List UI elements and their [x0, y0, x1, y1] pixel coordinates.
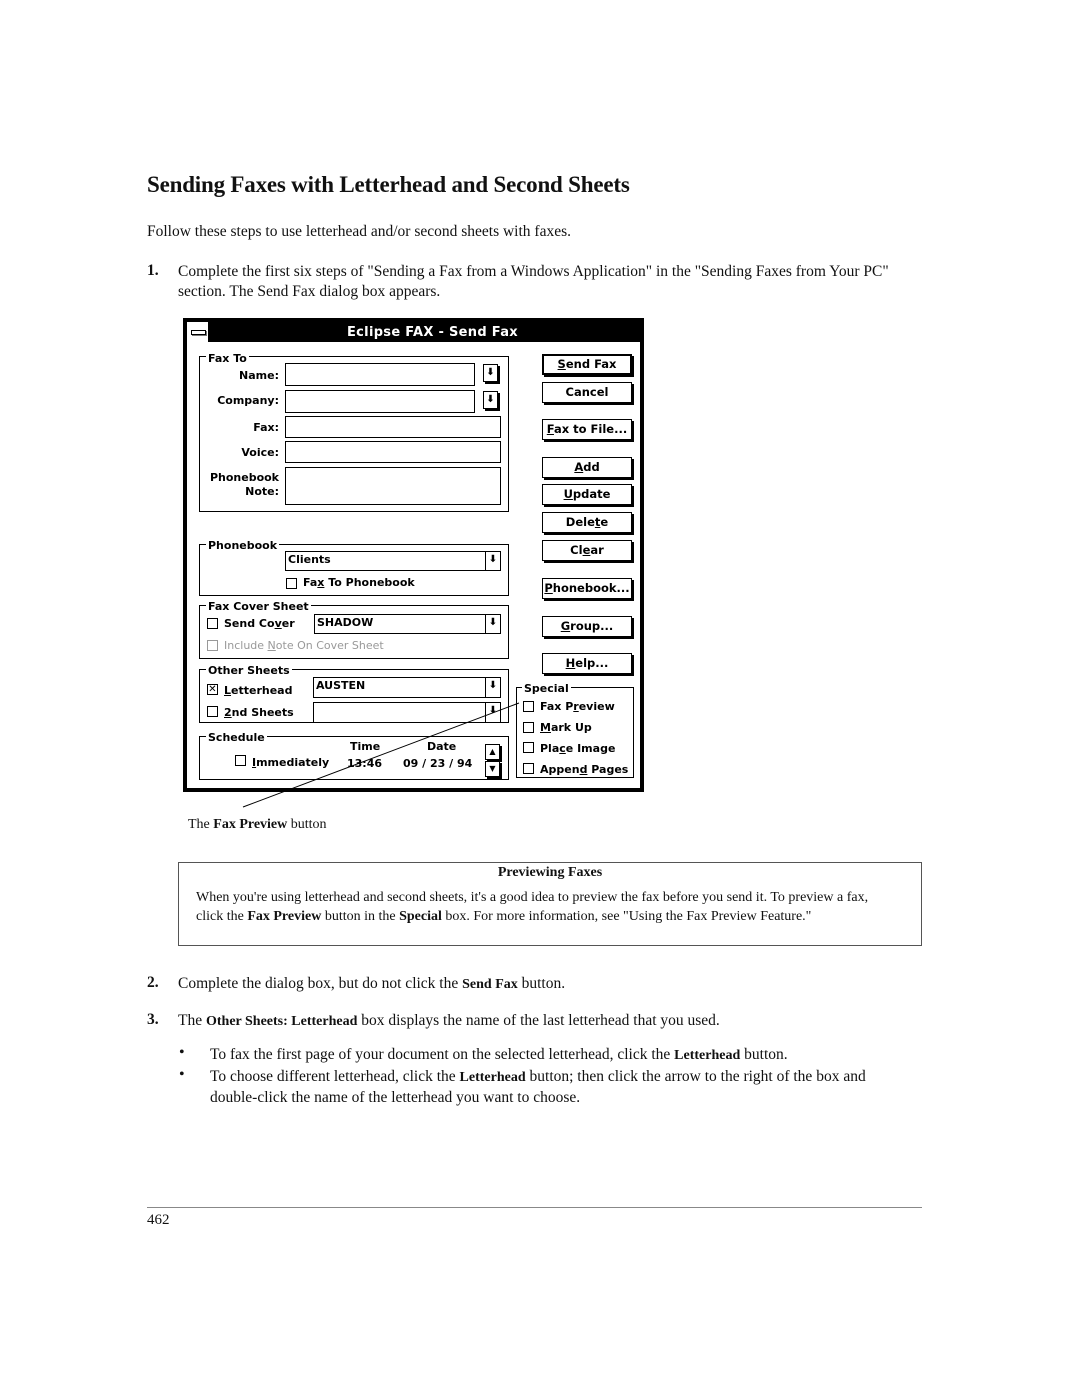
phonebook-button[interactable]: Phonebook...: [542, 578, 632, 599]
add-button[interactable]: Add: [542, 457, 632, 478]
step-1-text: Complete the first six steps of "Sending…: [178, 263, 889, 300]
intro-paragraph: Follow these steps to use letterhead and…: [147, 223, 571, 240]
other-sheets-group-label: Other Sheets: [206, 664, 292, 677]
dropdown-arrow-icon: ⬇: [486, 394, 495, 405]
step-2-text: Complete the dialog box, but do not clic…: [178, 975, 566, 992]
letterhead-select[interactable]: AUSTEN ⬇: [313, 677, 501, 698]
name-input[interactable]: [285, 363, 475, 386]
fax-number-input[interactable]: [285, 416, 501, 438]
place-image-checkbox[interactable]: [523, 742, 534, 753]
note-box: Previewing Faxes When you're using lette…: [178, 862, 922, 946]
fax-preview-label: Fax Preview: [540, 700, 615, 713]
second-sheets-label: 2nd Sheets: [224, 706, 294, 719]
name-dropdown-button[interactable]: ⬇: [483, 364, 498, 382]
voice-number-input[interactable]: [285, 441, 501, 463]
clear-button[interactable]: Clear: [542, 540, 632, 561]
immediately-checkbox[interactable]: [235, 755, 246, 766]
spin-down-icon: ▼: [489, 764, 496, 773]
update-button[interactable]: Update: [542, 484, 632, 505]
dropdown-arrow-icon: ⬇: [485, 703, 500, 722]
page-number: 462: [147, 1212, 170, 1228]
system-menu-button[interactable]: [187, 322, 209, 342]
step-2-number: 2.: [147, 974, 159, 991]
spin-up-icon: ▲: [489, 747, 496, 756]
phonebook-select[interactable]: Clients ⬇: [285, 551, 501, 571]
time-value[interactable]: 13:46: [347, 757, 382, 770]
send-cover-checkbox[interactable]: [207, 618, 218, 629]
place-image-label: Place Image: [540, 742, 616, 755]
phonebook-note-label-2: Note:: [245, 485, 279, 498]
append-pages-checkbox[interactable]: [523, 763, 534, 774]
cover-sheet-select[interactable]: SHADOW ⬇: [314, 614, 501, 634]
second-sheets-checkbox[interactable]: [207, 706, 218, 717]
cover-sheet-selected-value: SHADOW: [317, 616, 374, 629]
cancel-button[interactable]: Cancel: [542, 382, 632, 403]
send-fax-button[interactable]: Send Fax: [542, 354, 632, 375]
note-body: When you're using letterhead and second …: [196, 890, 869, 924]
company-input[interactable]: [285, 390, 475, 413]
date-spin-up-button[interactable]: ▲: [485, 744, 500, 760]
checked-mark-icon: ✕: [208, 684, 217, 695]
mark-up-label: Mark Up: [540, 721, 592, 734]
bullet-1-text: To fax the first page of your document o…: [210, 1046, 788, 1063]
time-label: Time: [350, 740, 381, 753]
help-button[interactable]: Help...: [542, 653, 632, 674]
step-1-number: 1.: [147, 262, 159, 279]
fax-cover-sheet-group-label: Fax Cover Sheet: [206, 600, 311, 613]
date-value[interactable]: 09 / 23 / 94: [403, 757, 472, 770]
dropdown-arrow-icon: ⬇: [485, 678, 500, 697]
name-label: Name:: [239, 369, 279, 382]
dropdown-arrow-icon: ⬇: [485, 615, 500, 633]
step-3-number: 3.: [147, 1011, 159, 1028]
fax-preview-checkbox[interactable]: [523, 701, 534, 712]
schedule-group-label: Schedule: [206, 731, 267, 744]
letterhead-checkbox[interactable]: ✕: [207, 684, 218, 695]
company-label: Company:: [217, 394, 279, 407]
date-spin-down-button[interactable]: ▼: [485, 761, 500, 777]
fax-to-phonebook-checkbox[interactable]: [286, 578, 297, 589]
voice-label: Voice:: [241, 446, 279, 459]
step-3-text: The Other Sheets: Letterhead box display…: [178, 1012, 720, 1029]
system-menu-icon: [191, 330, 206, 335]
append-pages-label: Append Pages: [540, 763, 629, 776]
dialog-title: Eclipse FAX - Send Fax: [347, 325, 518, 340]
date-label: Date: [427, 740, 457, 753]
letterhead-label: Letterhead: [224, 684, 293, 697]
fax-to-file-button[interactable]: Fax to File...: [542, 419, 632, 440]
phonebook-selected-value: Clients: [288, 553, 331, 566]
phonebook-note-input[interactable]: [285, 467, 501, 505]
note-title: Previewing Faxes: [497, 865, 603, 880]
dialog-titlebar: Eclipse FAX - Send Fax: [187, 322, 640, 342]
immediately-label: Immediately: [252, 756, 330, 769]
second-sheets-select[interactable]: ⬇: [313, 702, 501, 723]
special-group-label: Special: [522, 682, 571, 695]
bullet-2-text: To choose different letterhead, click th…: [210, 1068, 866, 1106]
dropdown-arrow-icon: ⬇: [485, 552, 500, 570]
mark-up-checkbox[interactable]: [523, 722, 534, 733]
page-heading: Sending Faxes with Letterhead and Second…: [147, 172, 630, 197]
company-dropdown-button[interactable]: ⬇: [483, 391, 498, 409]
figure-caption: The Fax Preview button: [188, 817, 327, 832]
fax-to-group-label: Fax To: [206, 352, 249, 365]
group-button[interactable]: Group...: [542, 616, 632, 637]
bullet-icon: •: [179, 1066, 185, 1083]
letterhead-selected-value: AUSTEN: [316, 679, 366, 692]
footer-rule: [147, 1207, 922, 1208]
fax-label: Fax:: [253, 421, 279, 434]
phonebook-group-label: Phonebook: [206, 539, 280, 552]
send-fax-dialog: Eclipse FAX - Send Fax Fax To Name: ⬇ Co…: [183, 318, 644, 792]
fax-to-phonebook-label: Fax To Phonebook: [303, 576, 415, 589]
include-note-checkbox[interactable]: [207, 640, 218, 651]
dropdown-arrow-icon: ⬇: [486, 367, 495, 378]
phonebook-note-label-1: Phonebook: [209, 471, 279, 484]
bullet-icon: •: [179, 1044, 185, 1061]
include-note-label: Include Note On Cover Sheet: [224, 639, 384, 652]
send-cover-label: Send Cover: [224, 617, 295, 630]
delete-button[interactable]: Delete: [542, 512, 632, 533]
